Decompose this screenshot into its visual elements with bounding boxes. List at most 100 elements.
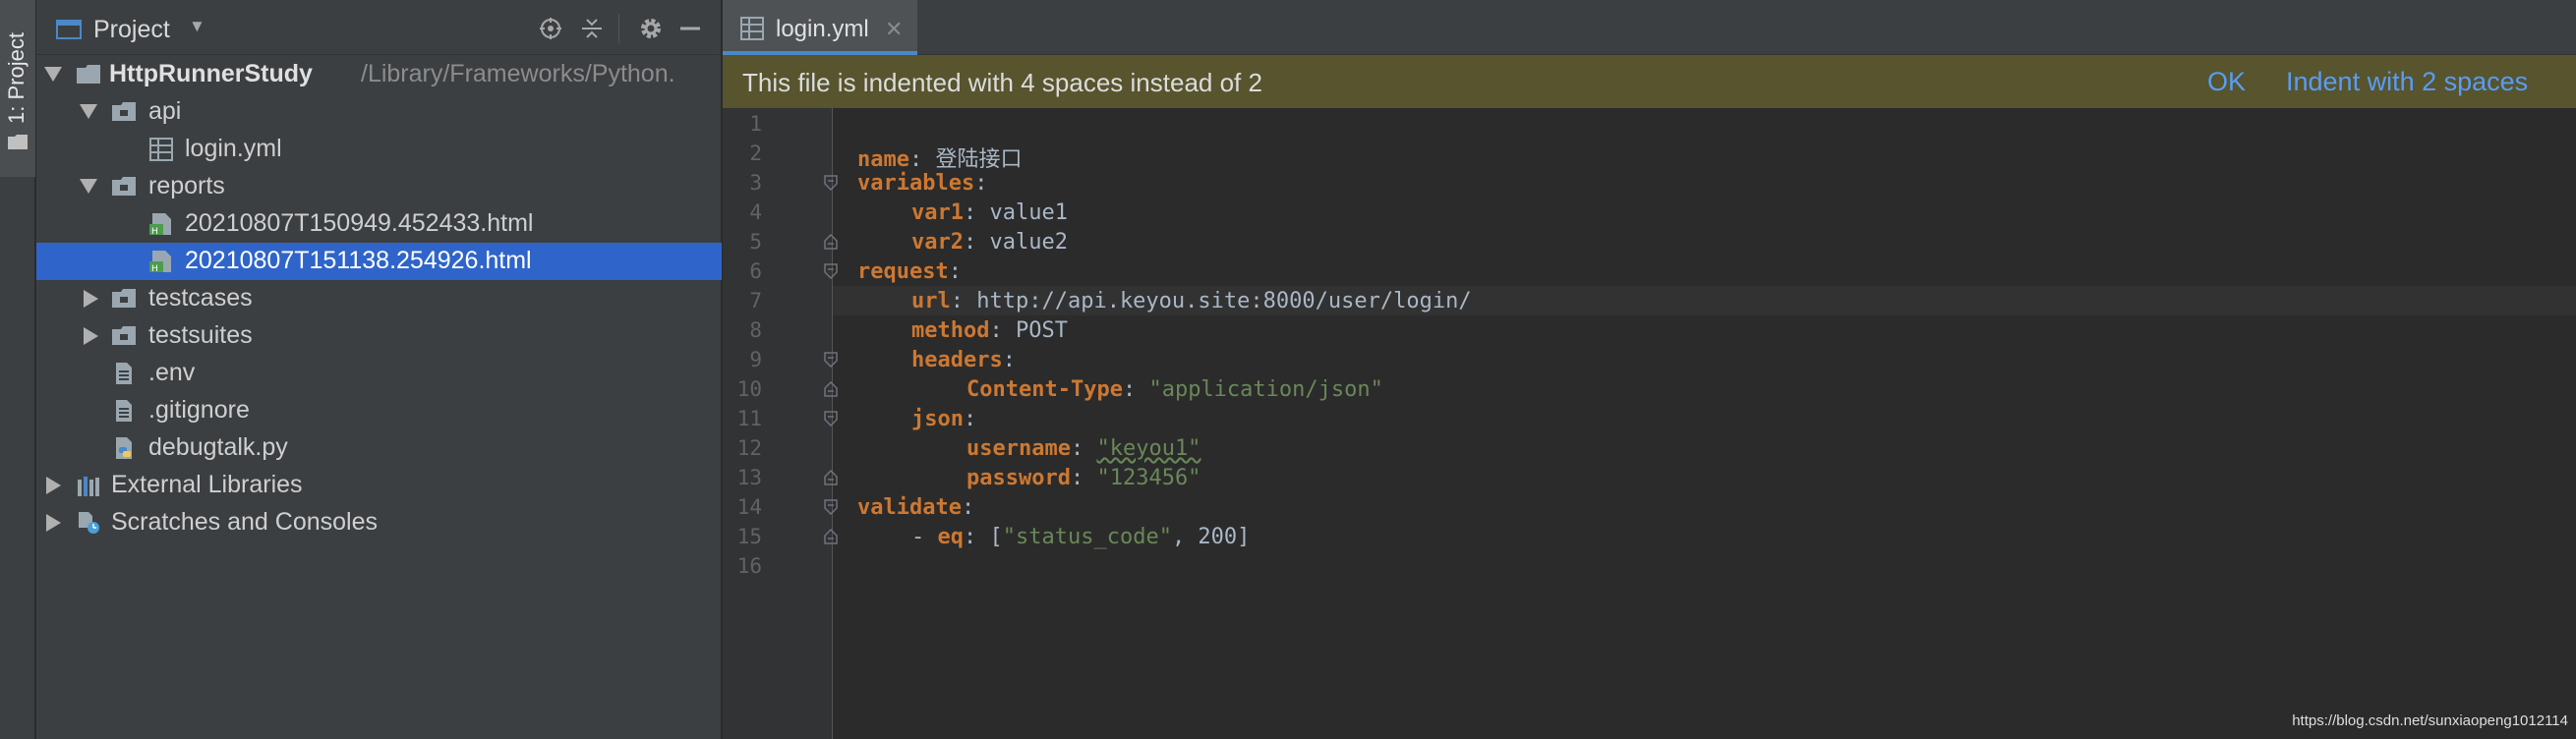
- banner-indent-link[interactable]: Indent with 2 spaces: [2286, 67, 2528, 97]
- yaml-key: request: [857, 259, 949, 284]
- tree-item-root[interactable]: HttpRunnerStudy /Library/Frameworks/Pyth…: [36, 56, 722, 93]
- expand-arrow-icon[interactable]: [46, 477, 61, 494]
- folder-icon: [112, 102, 136, 121]
- tree-item-gitignore[interactable]: .gitignore: [36, 392, 722, 429]
- yaml-value: value1: [976, 200, 1068, 225]
- tree-item-report-file[interactable]: H 20210807T150949.452433.html: [36, 205, 722, 243]
- yaml-value: , 200]: [1171, 525, 1251, 549]
- code-line: name: 登陆接口: [857, 147, 1023, 172]
- yaml-key: validate: [857, 495, 962, 520]
- code-line: var1: value1: [911, 200, 1068, 225]
- scratches-icon: [79, 512, 99, 534]
- minimize-icon[interactable]: [675, 14, 705, 43]
- tab-login-yml[interactable]: login.yml ✕: [723, 0, 917, 55]
- expand-arrow-icon[interactable]: [80, 179, 97, 194]
- yaml-key: username: [966, 436, 1071, 461]
- folder-icon: [8, 135, 28, 149]
- line-number: 9: [749, 348, 762, 371]
- yaml-file-icon: [149, 138, 173, 161]
- tree-item-env[interactable]: .env: [36, 355, 722, 392]
- expand-arrow-icon[interactable]: [84, 290, 98, 308]
- expand-arrow-icon[interactable]: [44, 67, 62, 82]
- tree-item-login-yml[interactable]: login.yml: [36, 131, 722, 168]
- html-file-icon: H: [149, 213, 171, 236]
- header-divider: [618, 14, 619, 43]
- collapse-all-icon[interactable]: [577, 14, 607, 43]
- tree-item-label: External Libraries: [111, 471, 303, 498]
- line-number: 10: [736, 377, 762, 401]
- yaml-key: var2: [911, 230, 964, 255]
- yaml-key: name: [857, 147, 909, 172]
- tab-label: login.yml: [776, 16, 869, 42]
- line-number-gutter[interactable]: 1 2 3 4 5 6 7 8 9 10 11 12 13 14 15 16: [723, 108, 838, 739]
- folder-icon: [112, 177, 136, 196]
- line-number: 12: [736, 436, 762, 460]
- indent-notification-banner: This file is indented with 4 spaces inst…: [723, 55, 2576, 108]
- line-number: 2: [749, 142, 762, 165]
- project-panel-title[interactable]: Project: [93, 16, 170, 44]
- yaml-string: "status_code": [1002, 525, 1172, 549]
- tree-item-label: .gitignore: [148, 396, 250, 424]
- banner-message: This file is indented with 4 spaces inst…: [742, 68, 1262, 97]
- tree-item-report-file-selected[interactable]: H 20210807T151138.254926.html: [36, 243, 722, 280]
- folder-icon: [77, 65, 100, 84]
- tree-item-label: reports: [148, 172, 225, 199]
- editor: login.yml ✕ This file is indented with 4…: [723, 0, 2576, 739]
- yaml-file-icon: [740, 17, 764, 40]
- tree-item-testcases[interactable]: testcases: [36, 280, 722, 317]
- banner-ok-link[interactable]: OK: [2207, 67, 2246, 97]
- close-icon[interactable]: ✕: [885, 17, 903, 42]
- line-number: 1: [749, 112, 762, 136]
- yaml-bracket: [: [976, 525, 1003, 549]
- project-tool-tab[interactable]: 1: Project: [0, 0, 35, 177]
- tree-item-label: 20210807T151138.254926.html: [185, 247, 532, 274]
- tree-item-label: testcases: [148, 284, 253, 312]
- tree-item-debugtalk[interactable]: debugtalk.py: [36, 429, 722, 467]
- project-panel-header: Project ▼: [36, 0, 722, 55]
- gear-icon[interactable]: [636, 14, 666, 43]
- tool-window-strip: 1: Project: [0, 0, 35, 739]
- expand-arrow-icon[interactable]: [80, 104, 97, 119]
- code-line: headers:: [911, 348, 1016, 372]
- tree-item-api[interactable]: api: [36, 93, 722, 131]
- tree-item-label: debugtalk.py: [148, 433, 288, 461]
- code-line: validate:: [857, 495, 975, 520]
- yaml-value: 登陆接口: [922, 147, 1023, 172]
- yaml-key: var1: [911, 200, 964, 225]
- library-icon: [78, 477, 99, 496]
- yaml-value: http://api.keyou.site:8000/user/login/: [964, 289, 1472, 313]
- expand-arrow-icon[interactable]: [46, 514, 61, 532]
- line-number: 6: [749, 259, 762, 283]
- yaml-key: Content-Type: [966, 377, 1123, 402]
- line-number: 7: [749, 289, 762, 313]
- expand-arrow-icon[interactable]: [84, 327, 98, 345]
- folder-icon: [112, 289, 136, 308]
- tree-item-testsuites[interactable]: testsuites: [36, 317, 722, 355]
- project-window-icon: [56, 20, 82, 39]
- tree-item-reports[interactable]: reports: [36, 168, 722, 205]
- yaml-key: variables: [857, 171, 975, 196]
- python-file-icon: [116, 437, 132, 459]
- yaml-string: "123456": [1096, 466, 1201, 490]
- tree-item-scratches[interactable]: Scratches and Consoles: [36, 504, 722, 541]
- ide-window: 1: Project Project ▼ HttpRunnerStudy /Li…: [0, 0, 2576, 739]
- locate-target-icon[interactable]: [536, 14, 565, 43]
- line-number: 11: [736, 407, 762, 430]
- yaml-dash: -: [911, 525, 938, 549]
- tree-item-external-libraries[interactable]: External Libraries: [36, 467, 722, 504]
- code-line: url: http://api.keyou.site:8000/user/log…: [911, 289, 1472, 313]
- code-line: request:: [857, 259, 962, 284]
- line-number: 14: [736, 495, 762, 519]
- code-area[interactable]: name: 登陆接口 variables: var1: value1 var2:…: [833, 108, 2576, 739]
- yaml-key: json: [911, 407, 964, 431]
- tree-item-label: testsuites: [148, 321, 253, 349]
- code-line: method: POST: [911, 318, 1068, 343]
- svg-text:H: H: [151, 227, 158, 236]
- line-number: 4: [749, 200, 762, 224]
- chevron-down-icon[interactable]: ▼: [189, 17, 205, 36]
- html-file-icon: H: [149, 251, 171, 273]
- line-number: 5: [749, 230, 762, 254]
- yaml-value: POST: [1002, 318, 1068, 343]
- tree-item-path: /Library/Frameworks/Python.: [361, 60, 675, 87]
- watermark: https://blog.csdn.net/sunxiaopeng1012114: [2292, 712, 2568, 729]
